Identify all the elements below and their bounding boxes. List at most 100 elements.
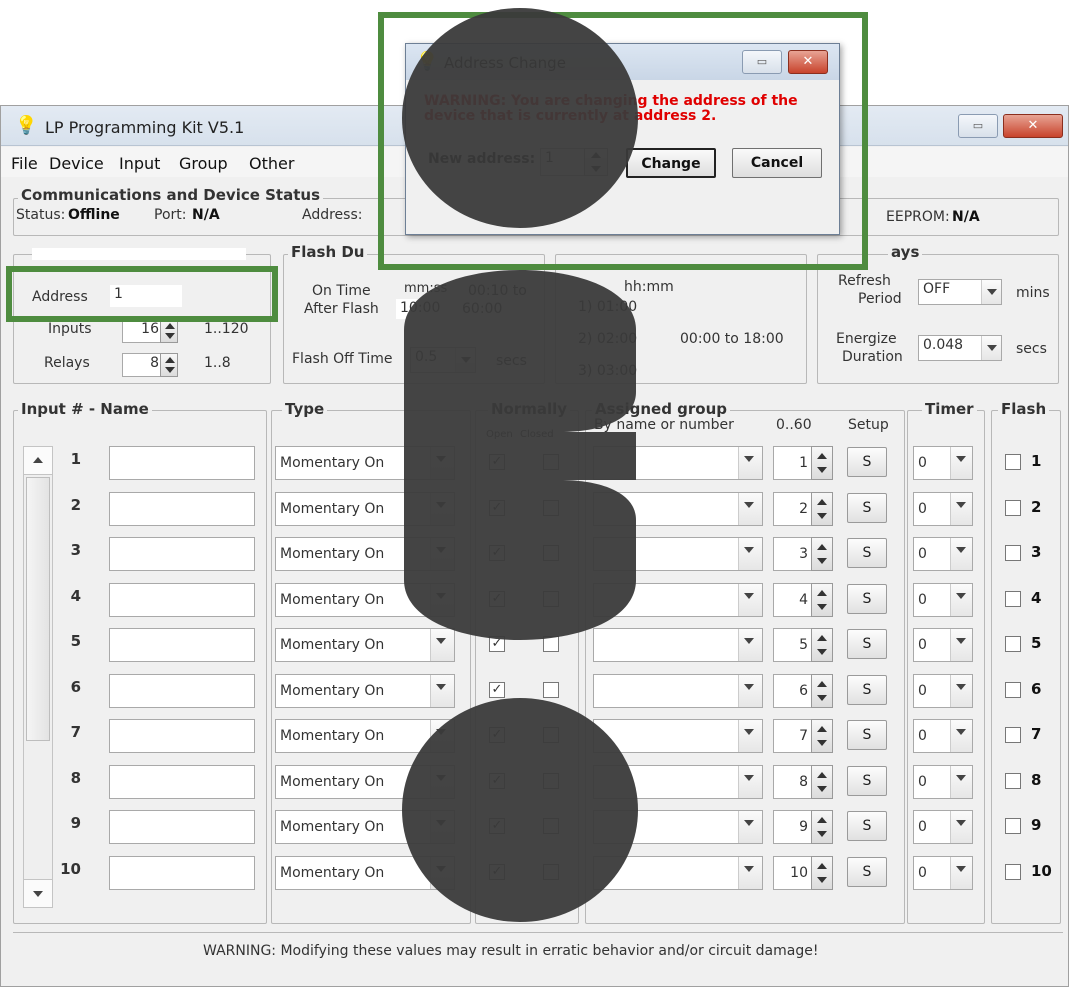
group-select[interactable] — [593, 719, 763, 753]
menu-input[interactable]: Input — [119, 154, 160, 173]
type-select[interactable]: Momentary On — [275, 673, 455, 708]
timer-select[interactable]: 0 — [913, 719, 973, 753]
group-select[interactable] — [593, 855, 763, 890]
group-select[interactable] — [593, 673, 763, 708]
type-select[interactable]: Momentary On — [275, 810, 455, 844]
timer-select[interactable]: 0 — [913, 537, 973, 571]
flash-checkbox[interactable] — [1005, 590, 1021, 607]
close-button[interactable]: ✕ — [1003, 114, 1063, 138]
timer-select[interactable]: 0 — [913, 628, 973, 662]
normally-closed-checkbox[interactable] — [543, 727, 559, 743]
menu-other[interactable]: Other — [249, 154, 294, 173]
type-select[interactable]: Momentary On — [275, 582, 455, 617]
group-number-spinner[interactable] — [811, 628, 833, 662]
group-number-field[interactable]: 3 — [773, 537, 813, 571]
timer-select[interactable]: 0 — [913, 582, 973, 617]
energize-select[interactable]: 0.048 — [918, 335, 1002, 361]
normally-closed-checkbox[interactable] — [543, 636, 559, 652]
setup-button[interactable]: S — [847, 856, 887, 887]
normally-closed-checkbox[interactable] — [543, 454, 559, 470]
scroll-thumb[interactable] — [26, 477, 50, 741]
menu-file[interactable]: File — [11, 154, 38, 173]
group-select[interactable] — [593, 810, 763, 844]
group-number-spinner[interactable] — [811, 582, 833, 617]
flash-checkbox[interactable] — [1005, 636, 1021, 652]
setup-button[interactable]: S — [847, 720, 887, 750]
group-number-spinner[interactable] — [811, 810, 833, 844]
rows-scrollbar[interactable] — [23, 446, 53, 908]
timer-select[interactable]: 0 — [913, 810, 973, 844]
relays-field[interactable]: 8 — [122, 353, 164, 377]
type-select[interactable]: Momentary On — [275, 628, 455, 662]
group-select[interactable] — [593, 446, 763, 480]
group-number-spinner[interactable] — [811, 491, 833, 526]
scroll-up-button[interactable] — [24, 447, 52, 475]
flash-checkbox[interactable] — [1005, 863, 1021, 880]
normally-closed-checkbox[interactable] — [543, 681, 559, 698]
group-number-spinner[interactable] — [811, 537, 833, 571]
setup-button[interactable]: S — [847, 538, 887, 568]
normally-closed-checkbox[interactable] — [543, 863, 559, 880]
input-name-field[interactable] — [109, 673, 255, 708]
normally-open-checkbox[interactable]: ✓ — [489, 636, 505, 652]
normally-closed-checkbox[interactable] — [543, 818, 559, 834]
group-select[interactable] — [593, 628, 763, 662]
group-select[interactable] — [593, 764, 763, 799]
timer-select[interactable]: 0 — [913, 764, 973, 799]
group-number-field[interactable]: 5 — [773, 628, 813, 662]
group-number-field[interactable]: 1 — [773, 446, 813, 480]
menu-group[interactable]: Group — [179, 154, 228, 173]
group-number-field[interactable]: 7 — [773, 719, 813, 753]
setup-button[interactable]: S — [847, 492, 887, 523]
flash-checkbox[interactable] — [1005, 681, 1021, 698]
normally-closed-checkbox[interactable] — [543, 545, 559, 561]
setup-button[interactable]: S — [847, 811, 887, 841]
group-number-field[interactable]: 9 — [773, 810, 813, 844]
flash-checkbox[interactable] — [1005, 499, 1021, 516]
normally-open-checkbox[interactable]: ✓ — [489, 818, 505, 834]
input-name-field[interactable] — [109, 582, 255, 617]
type-select[interactable]: Momentary On — [275, 764, 455, 799]
group-number-field[interactable]: 2 — [773, 491, 813, 526]
normally-open-checkbox[interactable]: ✓ — [489, 545, 505, 561]
group-select[interactable] — [593, 491, 763, 526]
setup-button[interactable]: S — [847, 674, 887, 705]
setup-button[interactable]: S — [847, 583, 887, 614]
group-number-spinner[interactable] — [811, 446, 833, 480]
group-number-field[interactable]: 8 — [773, 764, 813, 799]
normally-open-checkbox[interactable]: ✓ — [489, 772, 505, 789]
menu-device[interactable]: Device — [49, 154, 104, 173]
flash-checkbox[interactable] — [1005, 818, 1021, 834]
group-select[interactable] — [593, 582, 763, 617]
flash-checkbox[interactable] — [1005, 545, 1021, 561]
type-select[interactable]: Momentary On — [275, 855, 455, 890]
group-select[interactable] — [593, 537, 763, 571]
flash-checkbox[interactable] — [1005, 772, 1021, 789]
input-name-field[interactable] — [109, 446, 255, 480]
timer-select[interactable]: 0 — [913, 446, 973, 480]
timer-select[interactable]: 0 — [913, 673, 973, 708]
setup-button[interactable]: S — [847, 765, 887, 796]
flash-checkbox[interactable] — [1005, 454, 1021, 470]
timer-select[interactable]: 0 — [913, 855, 973, 890]
type-select[interactable]: Momentary On — [275, 719, 455, 753]
group-number-spinner[interactable] — [811, 719, 833, 753]
input-name-field[interactable] — [109, 719, 255, 753]
relays-spinner[interactable] — [160, 353, 178, 377]
input-name-field[interactable] — [109, 537, 255, 571]
input-name-field[interactable] — [109, 764, 255, 799]
group-number-field[interactable]: 6 — [773, 673, 813, 708]
type-select[interactable]: Momentary On — [275, 491, 455, 526]
input-name-field[interactable] — [109, 491, 255, 526]
flash-checkbox[interactable] — [1005, 727, 1021, 743]
group-number-spinner[interactable] — [811, 855, 833, 890]
normally-open-checkbox[interactable]: ✓ — [489, 499, 505, 516]
normally-open-checkbox[interactable]: ✓ — [489, 727, 505, 743]
input-name-field[interactable] — [109, 628, 255, 662]
refresh-select[interactable]: OFF — [918, 279, 1002, 305]
flash-off-select[interactable]: 0.5 — [410, 347, 476, 373]
scroll-down-button[interactable] — [24, 879, 52, 907]
type-select[interactable]: Momentary On — [275, 537, 455, 571]
normally-closed-checkbox[interactable] — [543, 772, 559, 789]
type-select[interactable]: Momentary On — [275, 446, 455, 480]
